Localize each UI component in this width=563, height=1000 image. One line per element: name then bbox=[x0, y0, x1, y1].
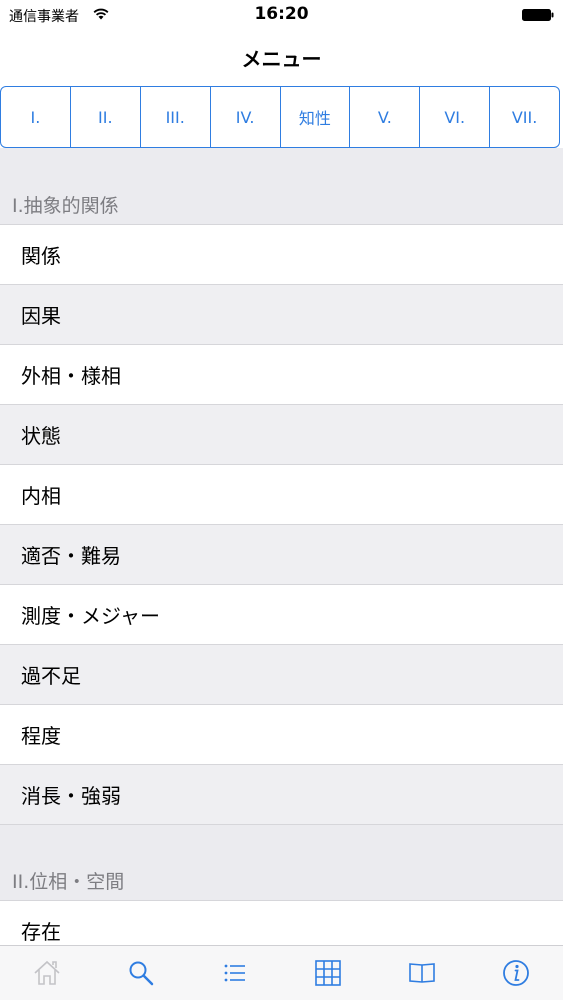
segment-2[interactable]: III. bbox=[141, 87, 211, 147]
segment-4[interactable]: 知性 bbox=[281, 87, 351, 147]
home-icon bbox=[34, 960, 60, 985]
section-segmented-control: I. II. III. IV. 知性 V. VI. VII. bbox=[0, 86, 560, 148]
segment-7[interactable]: VII. bbox=[490, 87, 559, 147]
info-icon bbox=[503, 960, 529, 986]
book-icon bbox=[409, 963, 436, 983]
segment-1[interactable]: II. bbox=[71, 87, 141, 147]
list-item[interactable]: 適否・難易 bbox=[0, 524, 563, 584]
list-item[interactable]: 因果 bbox=[0, 284, 563, 344]
search-icon bbox=[129, 961, 153, 986]
segment-5[interactable]: V. bbox=[350, 87, 421, 147]
list-item[interactable]: 消長・強弱 bbox=[0, 764, 563, 824]
section-header: I.抽象的関係 bbox=[0, 148, 563, 224]
list-item[interactable]: 存在 bbox=[0, 900, 563, 945]
list-item[interactable]: 過不足 bbox=[0, 644, 563, 704]
status-bar: 通信事業者 16:20 bbox=[0, 0, 563, 30]
tab-info[interactable] bbox=[469, 946, 563, 1000]
app-screen: 通信事業者 16:20 メニュー I. II. III. IV. 知性 V. VI. VII.… bbox=[0, 0, 563, 1000]
battery-icon bbox=[522, 9, 554, 21]
tab-home[interactable] bbox=[0, 946, 94, 1000]
tab-grid[interactable] bbox=[281, 946, 375, 1000]
list-icon bbox=[224, 964, 245, 982]
list-item[interactable]: 外相・様相 bbox=[0, 344, 563, 404]
list-item[interactable]: 測度・メジャー bbox=[0, 584, 563, 644]
list-item[interactable]: 程度 bbox=[0, 704, 563, 764]
section-header: II.位相・空間 bbox=[0, 871, 563, 900]
list-item[interactable]: 状態 bbox=[0, 404, 563, 464]
grid-icon bbox=[315, 960, 342, 986]
segment-0[interactable]: I. bbox=[1, 87, 71, 147]
segment-6[interactable]: VI. bbox=[420, 87, 491, 147]
tab-book[interactable] bbox=[375, 946, 469, 1000]
menu-list[interactable]: I.抽象的関係 関係 因果 外相・様相 状態 内相 適否・難易 測度・メジャー 過不足 程度 消長・… bbox=[0, 148, 563, 945]
tab-bar bbox=[0, 945, 563, 1000]
tab-search[interactable] bbox=[94, 946, 188, 1000]
status-time: 16:20 bbox=[254, 4, 309, 24]
page-title: メニュー bbox=[241, 47, 322, 71]
list-item[interactable]: 関係 bbox=[0, 224, 563, 284]
segment-3[interactable]: IV. bbox=[211, 87, 281, 147]
list-item[interactable]: 内相 bbox=[0, 464, 563, 524]
tab-list[interactable] bbox=[188, 946, 282, 1000]
